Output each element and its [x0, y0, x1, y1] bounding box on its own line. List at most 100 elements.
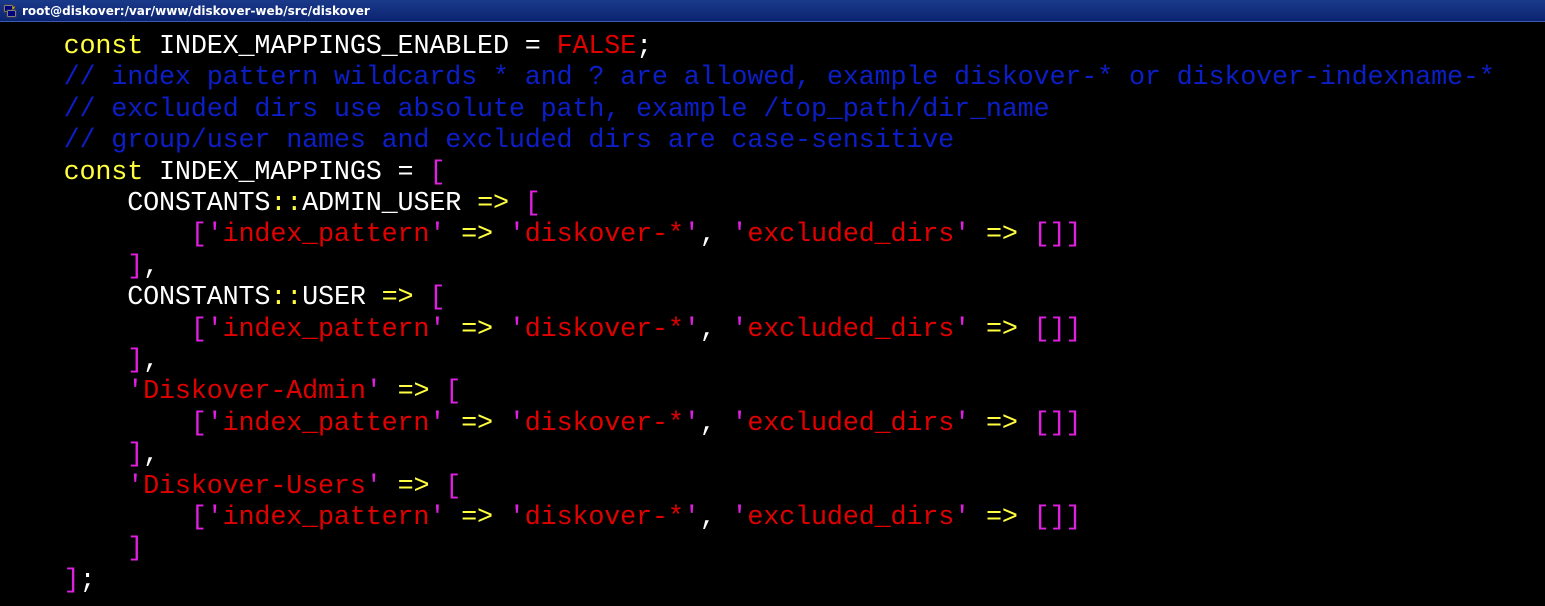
- code-token: =>: [397, 377, 430, 408]
- terminal-line: CONSTANTS::USER => [: [0, 283, 445, 314]
- code-token: Diskover-Admin: [143, 377, 366, 408]
- code-token: =>: [461, 503, 493, 533]
- code-token: ,: [143, 251, 160, 282]
- code-token: ': [731, 314, 748, 345]
- code-token: ,: [143, 346, 160, 376]
- code-token: // group/user names and excluded dirs ar…: [0, 126, 955, 157]
- code-token: ': [683, 220, 700, 251]
- terminal-line: // group/user names and excluded dirs ar…: [0, 126, 955, 157]
- code-token: ': [731, 503, 748, 533]
- terminal-line: // index pattern wildcards * and ? are a…: [0, 63, 1495, 94]
- code-token: ,: [699, 408, 732, 439]
- code-token: =: [397, 157, 414, 188]
- code-token: ': [683, 503, 700, 533]
- code-token: []]: [1033, 503, 1082, 533]
- code-token: ': [429, 314, 446, 345]
- code-token: ': [365, 471, 382, 502]
- code-token: [': [190, 314, 223, 345]
- code-token: // excluded dirs use absolute path, exam…: [0, 94, 1050, 125]
- code-token: ]: [127, 440, 144, 471]
- code-token: FALSE: [556, 32, 637, 62]
- code-token: [: [445, 471, 462, 502]
- code-token: ': [683, 408, 700, 439]
- code-token: [': [190, 220, 223, 251]
- code-token: ': [127, 377, 144, 408]
- code-token: =>: [397, 471, 430, 502]
- code-token: excluded_dirs: [747, 408, 955, 439]
- terminal-line: ['index_pattern' => 'diskover-*', 'exclu…: [0, 408, 1082, 440]
- code-token: =>: [461, 314, 493, 345]
- code-token: ': [954, 314, 971, 345]
- code-token: index_pattern: [222, 408, 430, 439]
- code-token: [: [524, 189, 541, 219]
- window-titlebar[interactable]: root@diskover:/var/www/diskover-web/src/…: [0, 0, 1545, 22]
- code-token: // index pattern wildcards * and ? are a…: [0, 63, 1495, 94]
- code-token: =>: [985, 220, 1018, 251]
- code-token: =>: [461, 220, 493, 251]
- code-token: [': [190, 408, 223, 439]
- code-token: ': [508, 408, 525, 439]
- code-token: ;: [636, 32, 652, 62]
- code-token: ': [508, 220, 525, 251]
- code-token: index_pattern: [222, 503, 430, 533]
- terminal-line: CONSTANTS::ADMIN_USER => [: [0, 189, 541, 220]
- terminal-line: 'Diskover-Users' => [: [0, 472, 461, 503]
- terminal-line: ];: [0, 565, 96, 597]
- code-token: ': [429, 408, 446, 439]
- terminal-content[interactable]: const INDEX_MAPPINGS_ENABLED = FALSE; //…: [0, 22, 1545, 606]
- code-token: ': [683, 314, 700, 345]
- code-token: const: [63, 157, 144, 188]
- code-token: ]: [63, 565, 80, 596]
- code-token: diskover-*: [524, 408, 684, 439]
- code-token: index_pattern: [222, 220, 430, 251]
- code-token: ': [508, 503, 525, 533]
- code-token: CONSTANTS: [0, 283, 271, 314]
- code-token: excluded_dirs: [747, 314, 955, 345]
- code-token: ': [954, 503, 971, 533]
- code-token: ': [731, 408, 748, 439]
- code-token: ;: [79, 565, 96, 596]
- code-token: ': [127, 471, 144, 502]
- code-token: ': [954, 220, 971, 251]
- code-token: ]: [127, 251, 144, 282]
- window-title: root@diskover:/var/www/diskover-web/src/…: [22, 3, 370, 18]
- code-token: ': [954, 408, 971, 439]
- terminal-window: root@diskover:/var/www/diskover-web/src/…: [0, 0, 1545, 606]
- code-token: [: [429, 157, 446, 188]
- terminal-line: ],: [0, 346, 159, 377]
- code-token: ::: [270, 189, 303, 219]
- code-token: =>: [985, 408, 1018, 439]
- code-token: ADMIN_USER: [302, 189, 478, 219]
- code-token: ]: [127, 346, 144, 376]
- code-token: CONSTANTS: [0, 189, 271, 219]
- code-token: []]: [1033, 220, 1082, 251]
- putty-terminal-icon[interactable]: [3, 4, 17, 18]
- terminal-line: ['index_pattern' => 'diskover-*', 'exclu…: [0, 314, 1082, 346]
- code-token: INDEX_MAPPINGS_ENABLED: [143, 32, 525, 62]
- terminal-line: ],: [0, 252, 159, 283]
- terminal-line: const INDEX_MAPPINGS_ENABLED = FALSE;: [0, 32, 653, 63]
- code-token: ,: [699, 220, 732, 251]
- terminal-line: ['index_pattern' => 'diskover-*', 'exclu…: [0, 503, 1082, 534]
